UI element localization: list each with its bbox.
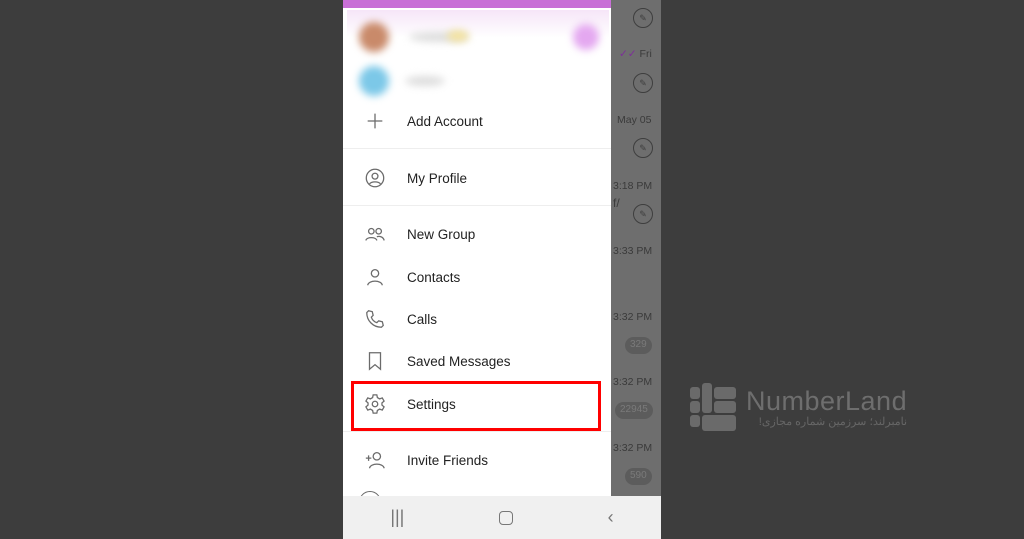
phone-screen: ✎ ✓✓ Fri ✎ May 05 ✎ 3:18 PM f/ ✎ 3:33 PM… [343,0,661,539]
menu-my-profile[interactable]: My Profile [343,158,611,198]
unread-badge: 22945 [615,402,653,419]
brand-name: NumberLand [746,385,908,416]
system-nav-bar: ||| ‹ [343,496,661,539]
group-icon [343,223,407,245]
divider [343,148,611,149]
read-checks-icon: ✓✓ [619,48,637,60]
chat-time: 3:18 PM [613,180,653,192]
menu-saved-messages[interactable]: Saved Messages [343,341,611,381]
recents-icon[interactable]: ||| [390,507,404,528]
numberland-watermark: NumberLand نامبرلند؛ سرزمین شماره مجازی! [690,383,907,431]
chat-time: May 05 [617,114,652,126]
chat-time: ✓✓ Fri [619,48,652,60]
avatar [359,66,389,96]
chat-time: 3:33 PM [613,245,653,257]
divider [343,205,611,206]
plus-icon [343,110,407,132]
avatar [359,22,389,52]
menu-add-account[interactable]: Add Account [343,101,611,141]
menu-invite-friends[interactable]: Invite Friends [343,440,611,480]
bookmark-icon [343,350,407,372]
chat-time: 3:32 PM [613,311,653,323]
invite-icon [343,449,407,471]
drawer-header-bar [343,0,611,8]
unread-badge: 329 [625,337,652,354]
pin-icon: ✎ [633,8,653,28]
settings-highlight-box [351,381,601,431]
chat-time: 3:32 PM [613,376,653,388]
pin-icon: ✎ [633,204,653,224]
navigation-drawer: Add Account My Profile New Group Contact… [343,8,611,513]
contact-icon [343,266,407,288]
back-icon[interactable]: ‹ [608,507,614,528]
divider [343,431,611,432]
pin-icon: ✎ [633,73,653,93]
menu-contacts[interactable]: Contacts [343,257,611,297]
phone-icon [343,308,407,330]
numberland-logo-icon [690,383,736,431]
brand-tagline: نامبرلند؛ سرزمین شماره مجازی! [758,415,908,428]
profile-icon [343,167,407,189]
unread-badge: 590 [625,468,652,485]
chat-snippet: f/ [613,196,620,210]
chat-time: 3:32 PM [613,442,653,454]
menu-new-group[interactable]: New Group [343,214,611,254]
pin-icon: ✎ [633,138,653,158]
menu-calls[interactable]: Calls [343,299,611,339]
account-list-blurred[interactable] [347,10,609,102]
home-icon[interactable] [499,510,514,525]
